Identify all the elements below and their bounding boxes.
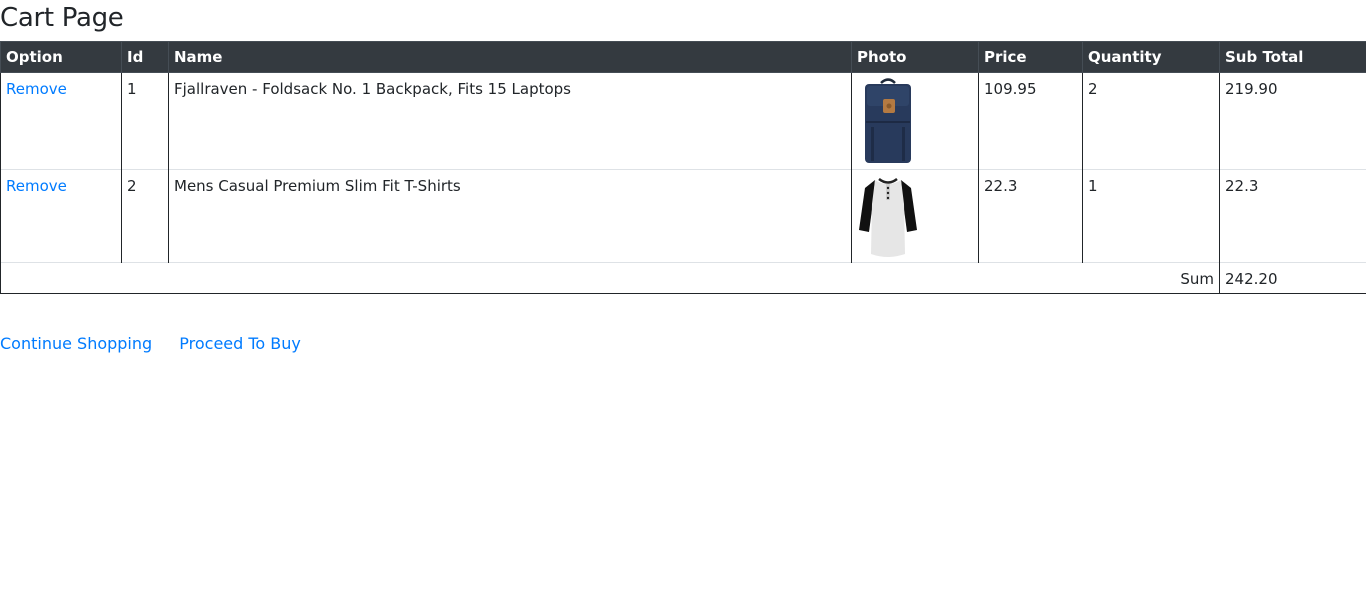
cart-actions: Continue Shopping Proceed To Buy: [0, 334, 323, 353]
proceed-to-buy-link[interactable]: Proceed To Buy: [179, 334, 301, 353]
column-header-quantity: Quantity: [1082, 41, 1220, 73]
name-cell: Fjallraven - Foldsack No. 1 Backpack, Fi…: [168, 72, 852, 170]
price-cell: 22.3: [978, 169, 1083, 263]
option-cell: Remove: [0, 169, 122, 263]
remove-link[interactable]: Remove: [6, 177, 67, 195]
column-header-subtotal: Sub Total: [1219, 41, 1366, 73]
price-cell: 109.95: [978, 72, 1083, 170]
quantity-cell: 1: [1082, 169, 1220, 263]
quantity-cell: 2: [1082, 72, 1220, 170]
subtotal-cell: 219.90: [1219, 72, 1366, 170]
table-row: Remove 1 Fjallraven - Foldsack No. 1 Bac…: [0, 72, 1366, 170]
subtotal-cell: 22.3: [1219, 169, 1366, 263]
backpack-photo: [865, 78, 911, 163]
sum-label: Sum: [0, 262, 1220, 294]
continue-shopping-link[interactable]: Continue Shopping: [0, 334, 152, 353]
column-header-photo: Photo: [851, 41, 979, 73]
id-cell: 2: [121, 169, 169, 263]
tshirt-photo: [859, 177, 917, 257]
column-header-price: Price: [978, 41, 1083, 73]
remove-link[interactable]: Remove: [6, 80, 67, 98]
photo-cell: [851, 72, 979, 170]
column-header-option: Option: [0, 41, 122, 73]
sum-value: 242.20: [1219, 262, 1366, 294]
sum-row: Sum 242.20: [0, 262, 1366, 294]
table-row: Remove 2 Mens Casual Premium Slim Fit T-…: [0, 169, 1366, 263]
name-cell: Mens Casual Premium Slim Fit T-Shirts: [168, 169, 852, 263]
cart-page: Cart Page Option Id Name Photo Price Qua…: [0, 0, 1366, 596]
page-title: Cart Page: [0, 3, 124, 33]
id-cell: 1: [121, 72, 169, 170]
column-header-name: Name: [168, 41, 852, 73]
option-cell: Remove: [0, 72, 122, 170]
cart-table: Option Id Name Photo Price Quantity Sub …: [0, 41, 1366, 294]
column-header-id: Id: [121, 41, 169, 73]
photo-cell: [851, 169, 979, 263]
table-header: Option Id Name Photo Price Quantity Sub …: [0, 41, 1366, 73]
